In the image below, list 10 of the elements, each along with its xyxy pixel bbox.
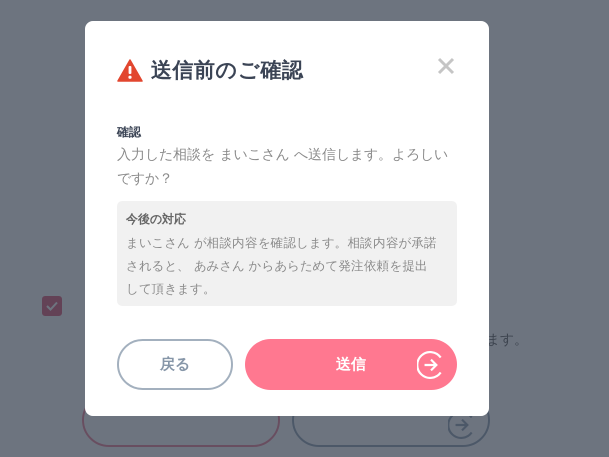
dialog-title: 送信前のご確認	[151, 57, 304, 84]
back-button[interactable]: 戻る	[117, 338, 233, 390]
warning-icon	[117, 59, 143, 82]
checkmark-icon	[46, 301, 58, 311]
send-button[interactable]: 送信	[245, 338, 457, 390]
confirm-text: 入力した相談を まいこさん へ送信します。よろしいですか？	[117, 146, 449, 188]
agreement-checkbox[interactable]	[42, 296, 62, 316]
next-steps-text: まいこさん が相談内容を確認します。相談内容が承諾されると、 あみさん からあらためて発注依頼を提出して頂きます。	[126, 234, 438, 298]
confirm-label: 確認	[117, 124, 142, 140]
next-steps-title: 今後の対応	[126, 210, 187, 228]
